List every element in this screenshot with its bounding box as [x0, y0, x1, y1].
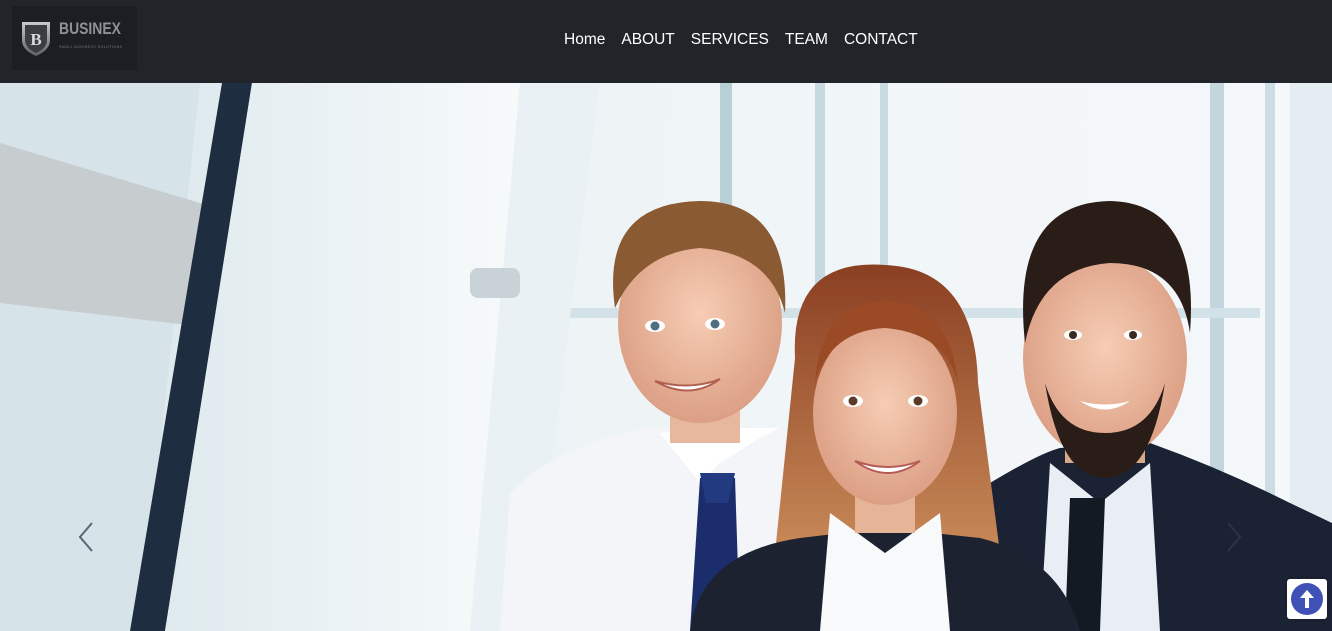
- brand-logo[interactable]: B BUSINEX SMALL BUSINESS SOLUTIONS: [12, 6, 137, 70]
- hero-carousel: [0, 83, 1332, 631]
- nav-home[interactable]: Home: [556, 30, 613, 50]
- shield-b-icon: B: [22, 22, 50, 56]
- nav-team[interactable]: TEAM: [777, 30, 836, 50]
- main-nav: Home ABOUT SERVICES TEAM CONTACT: [556, 30, 926, 50]
- nav-services[interactable]: SERVICES: [683, 30, 777, 50]
- svg-text:B: B: [30, 30, 41, 49]
- brand-name: BUSINEX: [59, 19, 121, 38]
- arrow-up-circle-icon: [1291, 583, 1323, 615]
- top-navbar: B BUSINEX SMALL BUSINESS SOLUTIONS Home …: [0, 0, 1332, 83]
- carousel-prev-button[interactable]: [72, 517, 102, 557]
- nav-contact[interactable]: CONTACT: [836, 30, 926, 50]
- carousel-next-button[interactable]: [1218, 517, 1248, 557]
- scroll-to-top-button[interactable]: [1287, 579, 1327, 619]
- nav-about[interactable]: ABOUT: [613, 30, 682, 50]
- brand-tagline: SMALL BUSINESS SOLUTIONS: [59, 44, 123, 49]
- business-team-photo: [0, 83, 1332, 631]
